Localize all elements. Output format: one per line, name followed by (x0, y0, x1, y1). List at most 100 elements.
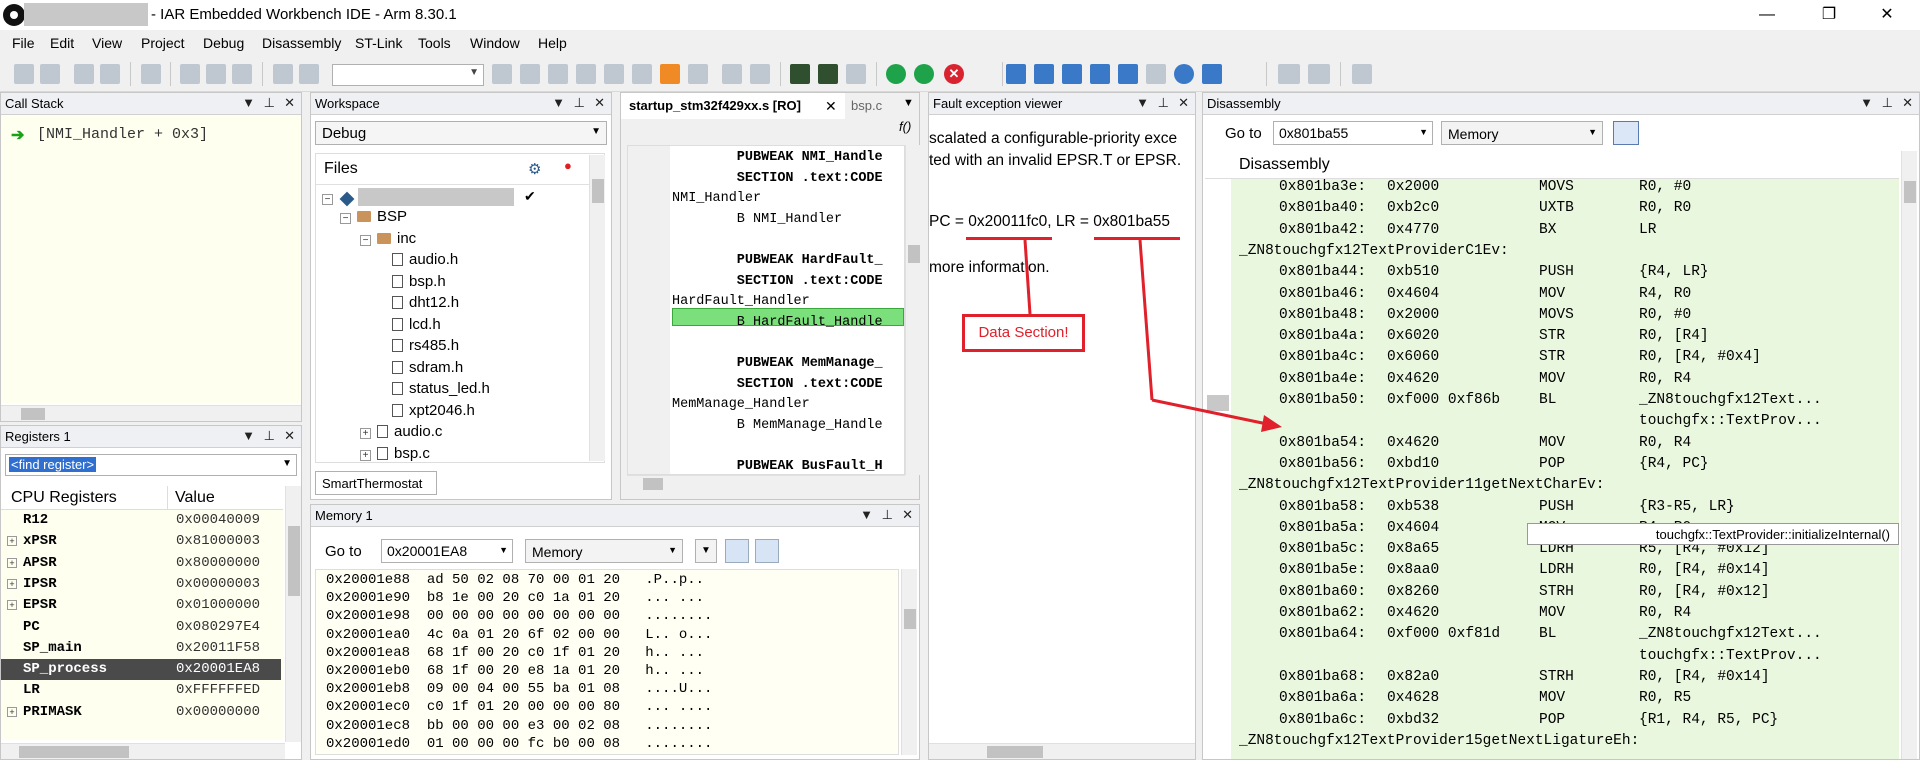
tab-list-icon[interactable]: ▼ (903, 97, 914, 109)
horizontal-scrollbar[interactable] (1, 743, 285, 759)
memory-row[interactable]: 0x20001ea0 4c 0a 01 20 6f 02 00 00 L.. o… (326, 627, 712, 643)
print-icon[interactable] (141, 64, 161, 84)
panel-menu-icon[interactable]: ▼ (242, 428, 255, 443)
menu-edit[interactable]: Edit (50, 35, 74, 51)
tree-item-sdram-h[interactable]: sdram.h (392, 359, 463, 376)
register-value[interactable]: 0x81000003 (176, 533, 260, 549)
memory-row[interactable]: 0x20001ec8 bb 00 00 00 e3 00 02 08 .....… (326, 718, 712, 734)
tree-item-status-led-h[interactable]: status_led.h (392, 380, 490, 397)
disasm-symbol-label[interactable]: _ZN8touchgfx12TextProvider15getNextLigat… (1205, 733, 1899, 754)
open-file-icon[interactable] (40, 64, 60, 84)
disasm-row[interactable]: 0x801ba50: 0xf000 0xf86b BL _ZN8touchgfx12T… (1205, 392, 1899, 413)
settings-gear-icon[interactable]: ⚙ (528, 160, 541, 178)
memory-row[interactable]: 0x20001e88 ad 50 02 08 70 00 01 20 .P..p… (326, 572, 704, 588)
memory-row[interactable]: 0x20001ec0 c0 1f 01 20 00 00 00 80 ... .… (326, 699, 712, 715)
step-into-icon[interactable] (1062, 64, 1082, 84)
disasm-row[interactable]: 0x801ba40: 0xb2c0 UXTB R0, R0 (1205, 200, 1899, 221)
menu-project[interactable]: Project (141, 35, 185, 51)
menu-window[interactable]: Window (470, 35, 520, 51)
register-row-pc[interactable]: PC 0x080297E4 (1, 617, 281, 638)
close-icon[interactable]: ✕ (594, 95, 605, 111)
tree-item-audio-h[interactable]: audio.h (392, 251, 458, 268)
toggle-breakpoint-icon[interactable] (846, 64, 866, 84)
maximize-button[interactable]: ❐ (1806, 2, 1852, 28)
disasm-symbol-label[interactable]: _ZN8touchgfx12TextProvider11getNextCharE… (1205, 477, 1899, 498)
step-over-icon[interactable] (1034, 64, 1054, 84)
code-editor[interactable]: PUBWEAK NMI_Handle SECTION .text:CODE NMI… (627, 145, 905, 475)
menu-help[interactable]: Help (538, 35, 567, 51)
memory-zone-dropdown[interactable]: Memory ▼ (525, 539, 683, 563)
expand-icon[interactable]: + (360, 449, 371, 461)
disasm-row[interactable]: 0x801ba42: 0x4770 BX LR (1205, 222, 1899, 243)
break-icon[interactable] (1174, 64, 1194, 84)
tree-item-xpt2046-h[interactable]: xpt2046.h (392, 402, 475, 419)
panel-menu-icon[interactable]: ▼ (552, 95, 565, 110)
collapse-icon[interactable]: − (360, 234, 371, 246)
disasm-row[interactable]: 0x801ba4a: 0x6020 STR R0, [R4] (1205, 328, 1899, 349)
register-value[interactable]: 0x20001EA8 (176, 661, 260, 677)
save-icon[interactable] (74, 64, 94, 84)
nav-back-icon[interactable] (492, 64, 512, 84)
disasm-row[interactable]: 0x801ba68: 0x82a0 STRH R0, [R4, #0x14] (1205, 669, 1899, 690)
swo-icon[interactable] (1308, 64, 1330, 84)
run-to-cursor-icon[interactable] (1146, 64, 1166, 84)
expand-icon[interactable]: + (7, 578, 17, 589)
undo-icon[interactable] (273, 64, 293, 84)
disasm-goto-input[interactable]: 0x801ba55 ▼ (1273, 121, 1433, 145)
find-register-input[interactable]: <find register> (9, 457, 97, 472)
register-value[interactable]: 0x80000000 (176, 555, 260, 571)
collapse-icon[interactable]: − (322, 194, 333, 205)
goto-declaration-icon[interactable] (750, 64, 770, 84)
disasm-row[interactable]: 0x801ba60: 0x8260 STRH R0, [R4, #0x12] (1205, 584, 1899, 605)
register-value[interactable]: 0x00040009 (176, 512, 260, 528)
register-value[interactable]: 0x080297E4 (176, 619, 260, 635)
register-value[interactable]: 0x00000000 (176, 704, 260, 720)
register-value[interactable]: 0x01000000 (176, 597, 260, 613)
close-icon[interactable]: ✕ (902, 507, 913, 523)
minimize-button[interactable]: — (1744, 2, 1790, 28)
paste-icon[interactable] (232, 64, 252, 84)
find-register-combo[interactable]: <find register> ▼ (5, 454, 297, 476)
chevron-down-icon[interactable]: ▼ (282, 458, 292, 469)
horizontal-scrollbar[interactable] (929, 743, 1195, 759)
register-row-apsr[interactable]: + APSR 0x80000000 (1, 553, 281, 574)
function-nav-icon[interactable]: f() (899, 119, 911, 134)
register-row-epsr[interactable]: + EPSR 0x01000000 (1, 595, 281, 616)
horizontal-scrollbar[interactable] (627, 475, 905, 491)
expand-icon[interactable]: + (7, 600, 17, 611)
disasm-row[interactable]: 0x801ba46: 0x4604 MOV R4, R0 (1205, 286, 1899, 307)
register-value[interactable]: 0x00000003 (176, 576, 260, 592)
memory-row[interactable]: 0x20001e98 00 00 00 00 00 00 00 00 .....… (326, 608, 712, 624)
disassembly-view[interactable]: Disassembly 0x801ba3e: 0x2000 MOVS R0, #0 0x… (1205, 151, 1899, 759)
vertical-scrollbar[interactable] (905, 145, 921, 475)
menu-tools[interactable]: Tools (418, 35, 451, 51)
tab-startup-file[interactable]: startup_stm32f429xx.s [RO] ✕ (621, 93, 845, 119)
memory-row[interactable]: 0x20001ea8 68 1f 00 20 c0 1f 01 20 h.. .… (326, 645, 704, 661)
prev-bookmark-icon[interactable] (632, 64, 652, 84)
tree-item-bsp-c[interactable]: + bsp.c (360, 445, 430, 462)
close-icon[interactable]: ✕ (1902, 95, 1913, 111)
tree-item-inc[interactable]: − inc (360, 230, 416, 247)
go-icon[interactable] (1202, 64, 1222, 84)
disasm-row[interactable]: 0x801ba6a: 0x4628 MOV R0, R5 (1205, 690, 1899, 711)
copy-icon[interactable] (206, 64, 226, 84)
register-value[interactable]: 0x20011F58 (176, 640, 260, 656)
disasm-mode-icon[interactable] (1613, 121, 1639, 145)
reset-icon[interactable] (1006, 64, 1026, 84)
register-value[interactable]: 0xFFFFFFED (176, 682, 260, 698)
vertical-scrollbar[interactable] (589, 155, 605, 461)
memory-dump[interactable]: 0x20001e88 ad 50 02 08 70 00 01 20 .P..p… (315, 569, 899, 755)
redacted-project-name[interactable] (358, 188, 514, 206)
close-icon[interactable]: ✕ (1178, 95, 1189, 111)
disasm-row[interactable]: 0x801ba3e: 0x2000 MOVS R0, #0 (1205, 179, 1899, 200)
panel-menu-icon[interactable]: ▼ (860, 507, 873, 522)
plugin-icon[interactable] (1352, 64, 1372, 84)
toolbar-search-combo[interactable]: ▼ (332, 64, 484, 86)
tab-smartthermostat[interactable]: SmartThermostat (315, 471, 437, 495)
register-row-xpsr[interactable]: + xPSR 0x81000003 (1, 531, 281, 552)
disasm-continuation[interactable]: touchgfx::TextProv... (1205, 413, 1899, 434)
display-format-dropdown[interactable]: ▼ (695, 539, 717, 563)
tree-item-bsp[interactable]: − BSP (340, 208, 407, 225)
disasm-row[interactable]: 0x801ba62: 0x4620 MOV R0, R4 (1205, 605, 1899, 626)
goto-definition-icon[interactable] (722, 64, 742, 84)
